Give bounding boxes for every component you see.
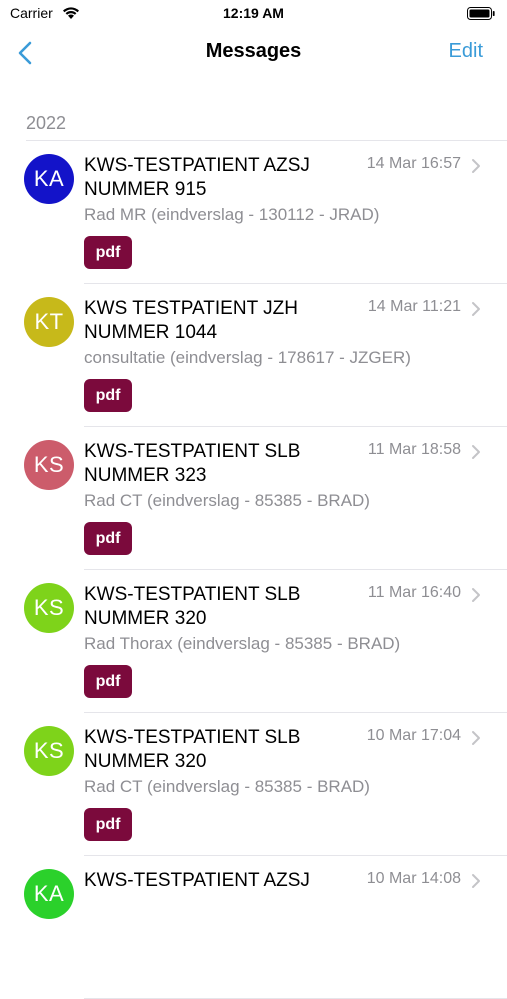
message-title: KWS-TESTPATIENT SLB NUMMER 323 (84, 441, 301, 486)
avatar: KS (24, 440, 74, 490)
status-time: 12:19 AM (223, 5, 284, 21)
chevron-right-icon (472, 445, 480, 459)
pdf-attachment-badge[interactable]: pdf (84, 665, 132, 698)
message-row[interactable]: KS KWS-TESTPATIENT SLB NUMMER 323 11 Mar 1… (0, 427, 507, 570)
message-row[interactable]: KT KWS TESTPATIENT JZH NUMMER 1044 14 Mar … (0, 284, 507, 427)
section-header-year: 2022 (26, 113, 67, 133)
message-row[interactable]: KA KWS-TESTPATIENT AZSJ 10 Mar 14:08 (0, 856, 507, 999)
pdf-attachment-badge[interactable]: pdf (84, 379, 132, 412)
message-subtitle: Rad MR (eindverslag - 130112 - JRAD) (84, 205, 380, 224)
battery-icon (467, 7, 495, 20)
message-list: KA KWS-TESTPATIENT AZSJ NUMMER 915 14 Mar … (0, 141, 507, 999)
page-title: Messages (205, 40, 302, 62)
navigation-bar: Messages Edit (0, 28, 507, 78)
message-row[interactable]: KS KWS-TESTPATIENT SLB NUMMER 320 11 Mar 1… (0, 570, 507, 713)
message-time: 11 Mar 16:40 (367, 584, 461, 601)
avatar: KT (24, 297, 74, 347)
message-time: 10 Mar 14:08 (366, 870, 461, 887)
message-subtitle: Rad CT (eindverslag - 85385 - BRAD) (84, 491, 370, 510)
message-title: KWS TESTPATIENT JZH NUMMER 1044 (84, 298, 298, 343)
edit-button[interactable]: Edit (449, 40, 483, 63)
message-title: KWS-TESTPATIENT SLB NUMMER 320 (84, 584, 301, 629)
chevron-right-icon (472, 302, 480, 316)
message-row[interactable]: KA KWS-TESTPATIENT AZSJ NUMMER 915 14 Mar … (0, 141, 507, 284)
avatar: KA (24, 154, 74, 204)
message-subtitle: consultatie (eindverslag - 178617 - JZGE… (84, 348, 411, 367)
pdf-attachment-badge[interactable]: pdf (84, 808, 132, 841)
message-title: KWS-TESTPATIENT SLB NUMMER 320 (84, 727, 301, 772)
pdf-attachment-badge[interactable]: pdf (84, 236, 132, 269)
pdf-attachment-badge[interactable]: pdf (84, 522, 132, 555)
chevron-right-icon (472, 159, 480, 173)
chevron-right-icon (472, 588, 480, 602)
message-title: KWS-TESTPATIENT AZSJ (84, 870, 310, 891)
message-time: 10 Mar 17:04 (366, 727, 461, 744)
message-time: 14 Mar 11:21 (367, 298, 461, 315)
avatar: KS (24, 726, 74, 776)
avatar: KA (24, 869, 74, 919)
status-bar: Carrier 12:19 AM (0, 0, 507, 28)
message-title: KWS-TESTPATIENT AZSJ NUMMER 915 (84, 155, 310, 200)
message-time: 14 Mar 16:57 (366, 155, 461, 172)
message-subtitle: Rad CT (eindverslag - 85385 - BRAD) (84, 777, 370, 796)
message-row[interactable]: KS KWS-TESTPATIENT SLB NUMMER 320 10 Mar 1… (0, 713, 507, 856)
chevron-right-icon (472, 731, 480, 745)
chevron-right-icon (472, 874, 480, 888)
message-time: 11 Mar 18:58 (367, 441, 461, 458)
message-subtitle: Rad Thorax (eindverslag - 85385 - BRAD) (84, 634, 401, 653)
avatar: KS (24, 583, 74, 633)
